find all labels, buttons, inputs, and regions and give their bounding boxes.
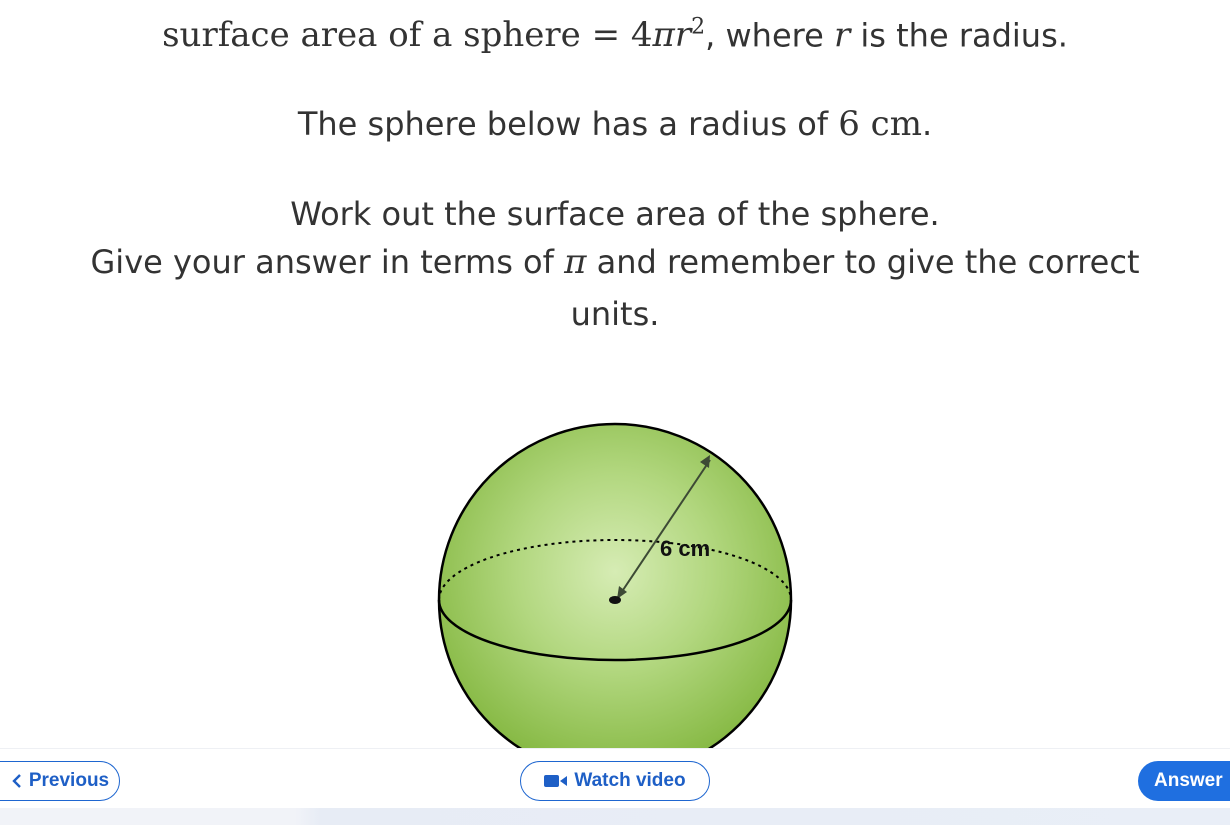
video-camera-icon	[544, 774, 568, 788]
instruction-line-3: units.	[570, 295, 660, 333]
chevron-left-icon	[11, 773, 23, 789]
answer-label: Answer	[1154, 770, 1223, 791]
footer-strip	[0, 808, 1230, 825]
formula-suffix-2: is the radius.	[850, 16, 1068, 55]
answer-button[interactable]: Answer	[1138, 761, 1230, 801]
footer-bar: Previous Watch video Answer	[0, 748, 1230, 811]
radius-statement: The sphere below has a radius of 6 cm.	[0, 100, 1230, 148]
sphere-svg: 6 cm	[437, 422, 793, 748]
instruction-pi: π	[564, 242, 587, 282]
watch-video-label: Watch video	[574, 770, 686, 791]
formula-r-variable: r	[833, 15, 851, 56]
previous-label: Previous	[28, 770, 110, 791]
instruction-2-b: and remember to give the correct	[586, 243, 1140, 281]
instruction-line-2: Give your answer in terms of π and remem…	[0, 238, 1230, 286]
sphere-diagram: 6 cm	[420, 410, 810, 750]
center-point	[609, 596, 621, 604]
instruction-2-a: Give your answer in terms of	[90, 243, 565, 281]
instruction-line-1: Work out the surface area of the sphere.	[290, 195, 940, 233]
radius-text: The sphere below has a radius of	[297, 105, 839, 143]
question-page: surface area of a sphere = 4πr2, where r…	[0, 0, 1230, 825]
previous-button[interactable]: Previous	[0, 761, 120, 801]
radius-end: .	[921, 105, 933, 143]
formula-suffix-1: , where	[705, 16, 834, 55]
formula-lhs: surface area of a sphere = 4πr2	[162, 15, 706, 56]
radius-label: 6 cm	[660, 536, 710, 561]
radius-value: 6 cm	[838, 104, 922, 144]
watch-video-button[interactable]: Watch video	[520, 761, 710, 801]
sphere-body	[437, 422, 793, 748]
formula-line: surface area of a sphere = 4πr2, where r…	[0, 4, 1230, 59]
